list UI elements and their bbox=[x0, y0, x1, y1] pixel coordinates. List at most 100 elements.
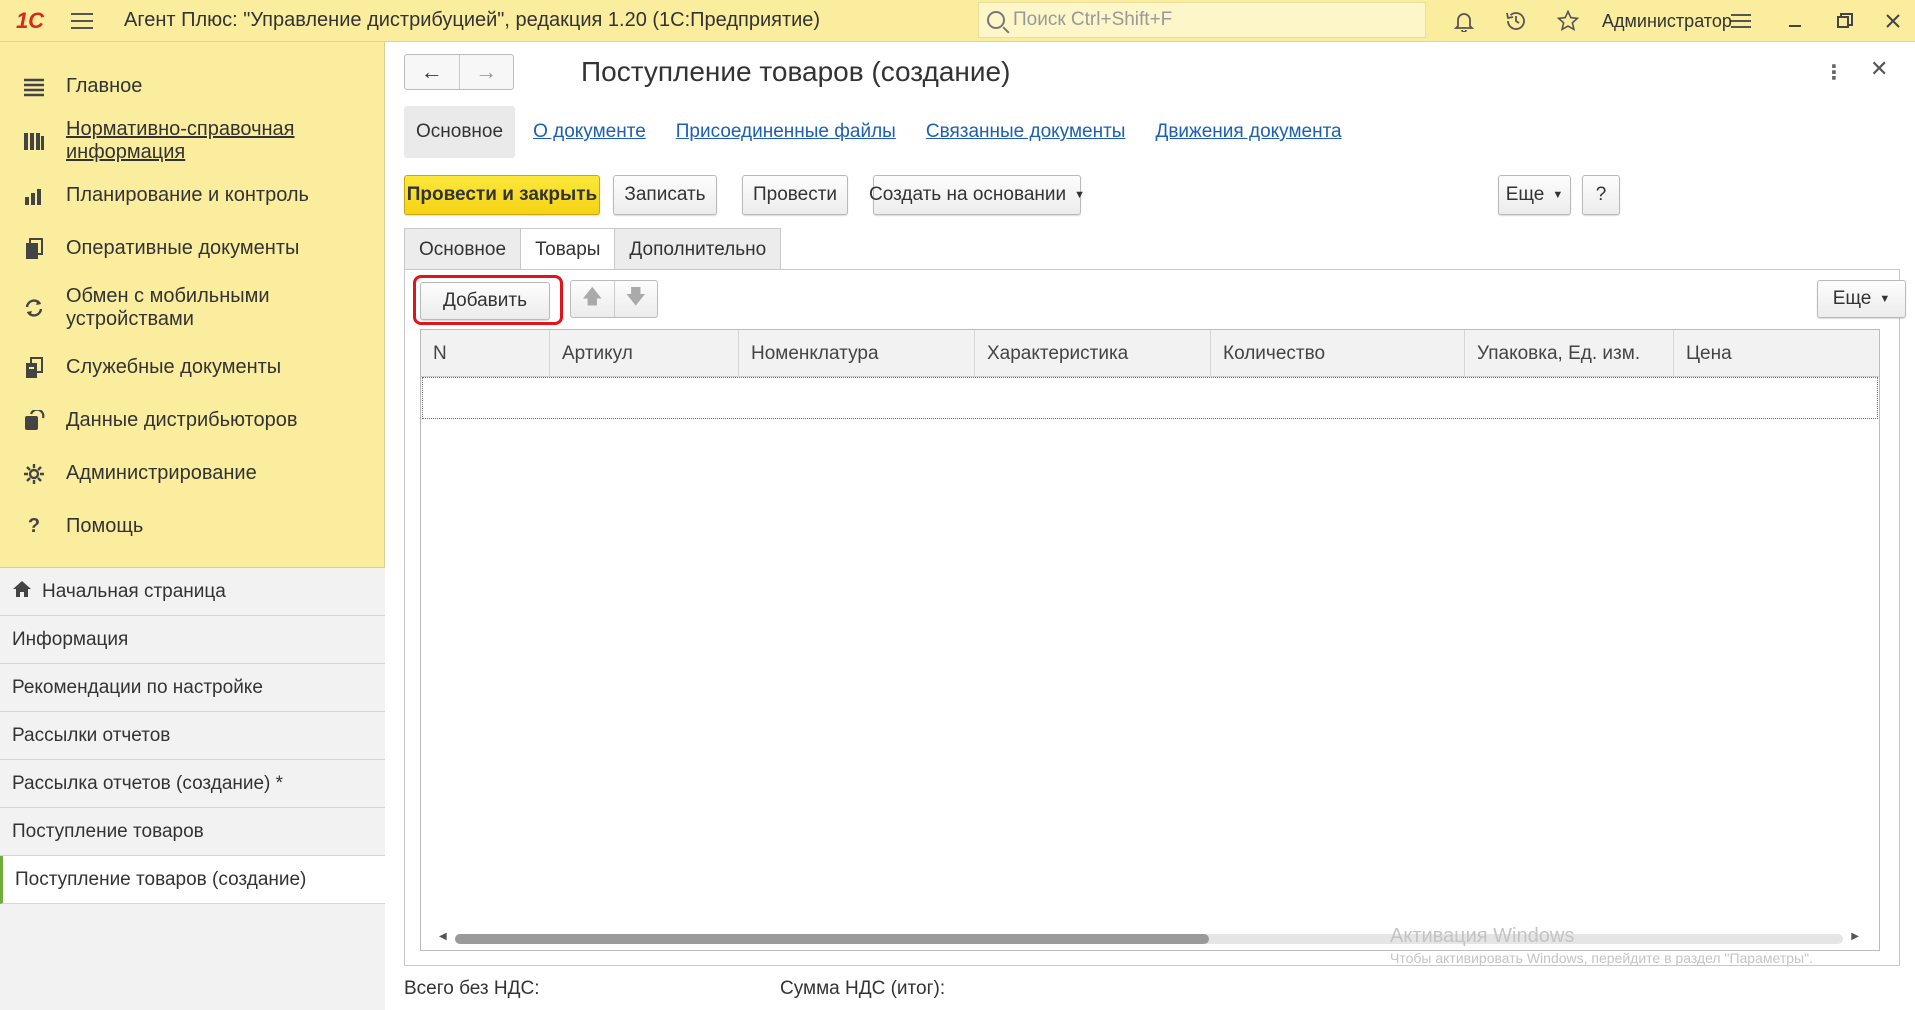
books-icon bbox=[22, 129, 46, 153]
sidebar-item-label: Данные дистрибьюторов bbox=[66, 409, 298, 431]
sidebar-item-label: Обмен с мобильными устройствами bbox=[66, 285, 270, 330]
table-more-button[interactable]: Еще ▼ bbox=[1817, 280, 1906, 318]
user-name[interactable]: Администратор bbox=[1602, 11, 1732, 32]
section-main[interactable]: Основное bbox=[404, 106, 516, 158]
section-related-documents[interactable]: Связанные документы bbox=[914, 106, 1138, 158]
save-button[interactable]: Записать bbox=[613, 175, 717, 215]
sidebar-item-label: Нормативно-справочная информация bbox=[66, 118, 295, 163]
sidebar-item-label: Помощь bbox=[66, 515, 144, 537]
windows-activation-watermark: Активация Windows Чтобы активировать Win… bbox=[1390, 925, 1813, 966]
more-button[interactable]: Еще ▼ bbox=[1498, 175, 1571, 215]
vat-total-label: Сумма НДС (итог): bbox=[780, 978, 946, 999]
sidebar-item-main[interactable]: Главное bbox=[0, 60, 384, 113]
star-icon[interactable] bbox=[1542, 0, 1594, 42]
watermark-title: Активация Windows bbox=[1390, 925, 1575, 947]
search-input[interactable]: Поиск Ctrl+Shift+F bbox=[978, 2, 1426, 38]
goods-tab-panel: Добавить 🡅 🡇 Еще ▼ N Артикул Номенклатур… bbox=[404, 269, 1906, 966]
page-title: Поступление товаров (создание) bbox=[581, 56, 1011, 87]
settings-lines-icon[interactable] bbox=[1716, 0, 1766, 42]
goods-table: N Артикул Номенклатура Характеристика Ко… bbox=[420, 329, 1880, 951]
section-document-movements[interactable]: Движения документа bbox=[1143, 106, 1353, 158]
tab-main[interactable]: Основное bbox=[404, 228, 522, 270]
table-row[interactable] bbox=[422, 377, 1878, 419]
app-title: Агент Плюс: "Управление дистрибуцией", р… bbox=[124, 9, 821, 31]
form-tabs: Основное Товары Дополнительно bbox=[404, 228, 782, 271]
sidebar-item-administration[interactable]: Администрирование bbox=[0, 447, 384, 500]
home-icon bbox=[12, 580, 32, 604]
document-form: ← → Поступление товаров (создание) ⋮ ✕ О… bbox=[386, 42, 1915, 1010]
sidebar-item-label: Оперативные документы bbox=[66, 237, 300, 259]
section-attached-files[interactable]: Присоединенные файлы bbox=[664, 106, 908, 158]
more-label: Еще bbox=[1505, 184, 1545, 205]
column-header-n[interactable]: N bbox=[421, 330, 550, 377]
create-based-on-button[interactable]: Создать на основании ▼ bbox=[869, 175, 1085, 215]
sidebar-item-distributor-data[interactable]: Данные дистрибьюторов bbox=[0, 394, 384, 447]
column-header-characteristic[interactable]: Характеристика bbox=[975, 330, 1211, 377]
open-window-info[interactable]: Информация bbox=[0, 616, 385, 664]
open-window-label: Поступление товаров bbox=[12, 820, 204, 842]
form-toolbar: Провести и закрыть Записать Провести Соз… bbox=[404, 175, 1900, 215]
column-header-price[interactable]: Цена bbox=[1674, 330, 1879, 377]
main-menu-icon[interactable] bbox=[60, 0, 104, 42]
open-window-report-mailing-create[interactable]: Рассылка отчетов (создание) * bbox=[0, 760, 385, 808]
scroll-right-icon[interactable]: ▶ bbox=[1851, 931, 1859, 942]
sidebar-item-operative-docs[interactable]: Оперативные документы bbox=[0, 222, 384, 275]
post-and-close-button[interactable]: Провести и закрыть bbox=[404, 175, 600, 215]
open-window-goods-receipt-create[interactable]: Поступление товаров (создание) bbox=[0, 856, 385, 904]
table-header: N Артикул Номенклатура Характеристика Ко… bbox=[421, 330, 1879, 377]
sidebar-item-planning[interactable]: Планирование и контроль bbox=[0, 169, 384, 222]
title-bar: 1С Агент Плюс: "Управление дистрибуцией"… bbox=[0, 0, 1915, 42]
watermark-text: Чтобы активировать Windows, перейдите в … bbox=[1390, 950, 1813, 966]
history-nav: ← → bbox=[404, 54, 514, 90]
sidebar-item-service-docs[interactable]: Служебные документы bbox=[0, 341, 384, 394]
post-button[interactable]: Провести bbox=[742, 175, 848, 215]
open-window-home[interactable]: Начальная страница bbox=[0, 568, 385, 616]
forward-arrow-icon[interactable]: → bbox=[458, 55, 514, 89]
kebab-menu-icon[interactable]: ⋮ bbox=[1824, 60, 1844, 85]
back-arrow-icon[interactable]: ← bbox=[405, 55, 459, 89]
create-based-on-label: Создать на основании bbox=[869, 184, 1067, 205]
tab-goods[interactable]: Товары bbox=[520, 228, 616, 271]
tab-additional[interactable]: Дополнительно bbox=[614, 228, 782, 270]
scroll-thumb[interactable] bbox=[455, 934, 1209, 944]
open-window-label: Рассылка отчетов (создание) * bbox=[12, 772, 284, 794]
section-links: Основное О документе Присоединенные файл… bbox=[404, 106, 1360, 158]
open-window-report-mailings[interactable]: Рассылки отчетов bbox=[0, 712, 385, 760]
open-window-label: Рассылки отчетов bbox=[12, 724, 171, 746]
arrow-up-icon[interactable]: 🡅 bbox=[571, 281, 614, 317]
total-without-vat-label: Всего без НДС: bbox=[404, 978, 540, 999]
question-icon: ? bbox=[27, 515, 41, 537]
restore-icon[interactable] bbox=[1820, 0, 1870, 42]
menu-lines-icon bbox=[22, 75, 46, 99]
close-window-icon[interactable] bbox=[1868, 0, 1915, 42]
history-icon[interactable] bbox=[1490, 0, 1542, 42]
column-header-package-unit[interactable]: Упаковка, Ед. изм. bbox=[1465, 330, 1674, 377]
minimize-icon[interactable] bbox=[1770, 0, 1820, 42]
sidebar-item-label: Главное bbox=[66, 75, 143, 97]
column-header-nomenclature[interactable]: Номенклатура bbox=[739, 330, 975, 377]
add-button[interactable]: Добавить bbox=[420, 282, 550, 320]
scroll-left-icon[interactable]: ◀ bbox=[439, 931, 447, 942]
bar-chart-icon bbox=[22, 184, 46, 208]
help-button[interactable]: ? bbox=[1582, 175, 1620, 215]
arrow-down-icon[interactable]: 🡇 bbox=[613, 281, 658, 317]
bell-icon[interactable] bbox=[1438, 0, 1490, 42]
column-header-quantity[interactable]: Количество bbox=[1211, 330, 1465, 377]
move-row-buttons: 🡅 🡇 bbox=[570, 280, 658, 318]
close-icon[interactable]: ✕ bbox=[1870, 56, 1888, 82]
1c-logo: 1С bbox=[15, 7, 45, 33]
column-header-article[interactable]: Артикул bbox=[550, 330, 739, 377]
open-window-label: Поступление товаров (создание) bbox=[15, 868, 307, 890]
open-window-goods-receipt[interactable]: Поступление товаров bbox=[0, 808, 385, 856]
sidebar-item-reference-info[interactable]: Нормативно-справочная информация bbox=[0, 113, 384, 169]
sidebar-item-help[interactable]: ? Помощь bbox=[0, 500, 384, 553]
chevron-down-icon: ▼ bbox=[1552, 189, 1564, 201]
sidebar-item-label: Администрирование bbox=[66, 462, 257, 484]
gear-icon bbox=[22, 462, 46, 486]
top-actions: Администратор bbox=[1438, 0, 1732, 42]
open-windows-list: Начальная страница Информация Рекомендац… bbox=[0, 567, 385, 1010]
open-window-label: Информация bbox=[12, 628, 129, 650]
open-window-setup-recommendations[interactable]: Рекомендации по настройке bbox=[0, 664, 385, 712]
sidebar-item-mobile-exchange[interactable]: Обмен с мобильными устройствами bbox=[0, 275, 384, 341]
section-about-document[interactable]: О документе bbox=[521, 106, 658, 158]
